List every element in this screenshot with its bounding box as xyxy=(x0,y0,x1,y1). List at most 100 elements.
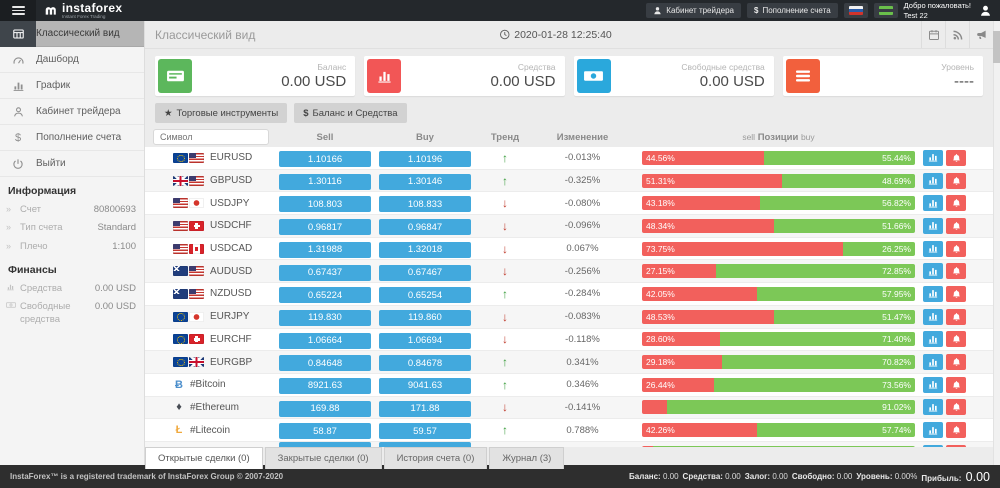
alert-bell-button[interactable] xyxy=(946,286,966,302)
table-row: EURUSD 1.10166 1.10196 ↑ -0.013% 44.56% … xyxy=(145,147,993,170)
tab-open-trades[interactable]: Открытые сделки (0) xyxy=(145,447,263,469)
table-row: EURGBP 0.84648 0.84678 ↑ 0.341% 29.18% 7… xyxy=(145,351,993,374)
buy-price-button[interactable]: 0.84678 xyxy=(379,355,471,371)
chevron-icon: » xyxy=(6,241,20,251)
change-value: -0.013% xyxy=(535,152,630,163)
russian-flag-icon xyxy=(849,6,863,15)
buy-price-button[interactable]: 0.65254 xyxy=(379,287,471,303)
sell-price-button[interactable]: 8921.63 xyxy=(279,378,371,394)
sidebar-item-classic-view[interactable]: Классический вид xyxy=(0,21,144,47)
logo[interactable]: instaforex Instant Forex Trading xyxy=(44,2,122,20)
sidebar-item-chart[interactable]: График xyxy=(0,73,144,99)
alert-bell-button[interactable] xyxy=(946,150,966,166)
alert-bell-button[interactable] xyxy=(946,173,966,189)
buy-price-button[interactable]: 119.860 xyxy=(379,310,471,326)
buy-percent: 48.69% xyxy=(882,176,915,186)
sell-price-button[interactable]: 1.10166 xyxy=(279,151,371,167)
credit-card-icon xyxy=(158,59,192,93)
top-bar: instaforex Instant Forex Trading Кабинет… xyxy=(0,0,1000,21)
bottom-tabs: Открытые сделки (0) Закрытые сделки (0) … xyxy=(145,447,993,469)
chart-button[interactable] xyxy=(923,218,943,234)
change-value: -0.083% xyxy=(535,311,630,322)
deposit-button[interactable]: $ Пополнение счета xyxy=(747,3,838,18)
alert-bell-button[interactable] xyxy=(946,422,966,438)
chart-button[interactable] xyxy=(923,377,943,393)
sell-percent: 51.31% xyxy=(642,176,675,186)
sell-price-button[interactable]: 1.31988 xyxy=(279,242,371,258)
sell-price-button[interactable]: 169.88 xyxy=(279,401,371,417)
sell-percent: 42.26% xyxy=(642,425,675,435)
sidebar-item-deposit[interactable]: $ Пополнение счета xyxy=(0,125,144,151)
chart-button[interactable] xyxy=(923,241,943,257)
info-section-title: Информация xyxy=(0,177,144,201)
buy-price-button[interactable]: 1.06694 xyxy=(379,333,471,349)
sidebar-item-dashboard[interactable]: Дашборд xyxy=(0,47,144,73)
chart-button[interactable] xyxy=(923,173,943,189)
hamburger-menu-button[interactable] xyxy=(0,0,36,21)
sell-price-button[interactable]: 58.87 xyxy=(279,423,371,439)
sell-price-button[interactable]: 0.96817 xyxy=(279,219,371,235)
chart-button[interactable] xyxy=(923,331,943,347)
card-value: 0.00 USD xyxy=(192,73,346,90)
chart-button[interactable] xyxy=(923,422,943,438)
buy-price-button[interactable]: 0.96847 xyxy=(379,219,471,235)
buy-price-button[interactable]: 1.30146 xyxy=(379,174,471,190)
language-russian-button[interactable] xyxy=(844,3,868,18)
tab-journal[interactable]: Журнал (3) xyxy=(489,447,564,469)
alert-bell-button[interactable] xyxy=(946,377,966,393)
chart-button[interactable] xyxy=(923,309,943,325)
alert-bell-button[interactable] xyxy=(946,263,966,279)
sell-price-button[interactable]: 119.830 xyxy=(279,310,371,326)
sell-positions-segment: 44.56% xyxy=(642,151,764,165)
positions-bar: 42.05% 57.95% xyxy=(642,287,915,301)
sidebar-item-trader-cabinet[interactable]: Кабинет трейдера xyxy=(0,99,144,125)
sell-positions-segment: 73.75% xyxy=(642,242,843,256)
chart-button[interactable] xyxy=(923,399,943,415)
buy-price-button[interactable]: 1.32018 xyxy=(379,242,471,258)
megaphone-icon[interactable] xyxy=(969,21,993,48)
buy-price-button[interactable]: 0.67467 xyxy=(379,265,471,281)
buy-price-button[interactable]: 9041.63 xyxy=(379,378,471,394)
buy-price-button[interactable]: 171.88 xyxy=(379,401,471,417)
crypto-icon: Ł xyxy=(173,424,185,436)
trend-arrow-icon: ↑ xyxy=(502,174,508,188)
chart-button[interactable] xyxy=(923,263,943,279)
alert-bell-button[interactable] xyxy=(946,399,966,415)
buy-price-button[interactable]: 1.10196 xyxy=(379,151,471,167)
sell-price-button[interactable]: 0.65224 xyxy=(279,287,371,303)
alert-bell-button[interactable] xyxy=(946,354,966,370)
trading-instruments-button[interactable]: ★ Торговые инструменты xyxy=(155,103,287,123)
change-value: -0.096% xyxy=(535,220,630,231)
alert-bell-button[interactable] xyxy=(946,241,966,257)
calendar-icon[interactable] xyxy=(921,21,945,48)
trader-cabinet-button[interactable]: Кабинет трейдера xyxy=(646,3,741,18)
chart-button[interactable] xyxy=(923,286,943,302)
alert-bell-button[interactable] xyxy=(946,331,966,347)
buy-price-button[interactable]: 59.57 xyxy=(379,423,471,439)
rss-icon[interactable] xyxy=(945,21,969,48)
chart-button[interactable] xyxy=(923,150,943,166)
scrollbar-track[interactable] xyxy=(993,21,1000,465)
tab-closed-trades[interactable]: Закрытые сделки (0) xyxy=(265,447,382,469)
scrollbar-thumb[interactable] xyxy=(993,31,1000,63)
chart-button[interactable] xyxy=(923,354,943,370)
symbol-search-input[interactable] xyxy=(153,129,269,145)
chart-button[interactable] xyxy=(923,195,943,211)
sell-positions-segment: 26.44% xyxy=(642,378,714,392)
sell-price-button[interactable]: 108.803 xyxy=(279,196,371,212)
sell-price-button[interactable]: 0.67437 xyxy=(279,265,371,281)
language-secondary-button[interactable] xyxy=(874,3,898,18)
alert-bell-button[interactable] xyxy=(946,218,966,234)
balance-and-funds-button[interactable]: $ Баланс и Средства xyxy=(294,103,406,123)
tab-account-history[interactable]: История счета (0) xyxy=(384,447,488,469)
sell-price-button[interactable]: 1.06664 xyxy=(279,333,371,349)
buy-price-button[interactable]: 108.833 xyxy=(379,196,471,212)
avatar-icon[interactable] xyxy=(979,4,992,17)
alert-bell-button[interactable] xyxy=(946,309,966,325)
sell-price-button[interactable]: 0.84648 xyxy=(279,355,371,371)
sell-price-button[interactable]: 1.30116 xyxy=(279,174,371,190)
dollar-icon: $ xyxy=(0,132,36,144)
alert-bell-button[interactable] xyxy=(946,195,966,211)
sidebar-item-logout[interactable]: Выйти xyxy=(0,151,144,177)
chevron-icon: » xyxy=(6,222,20,232)
